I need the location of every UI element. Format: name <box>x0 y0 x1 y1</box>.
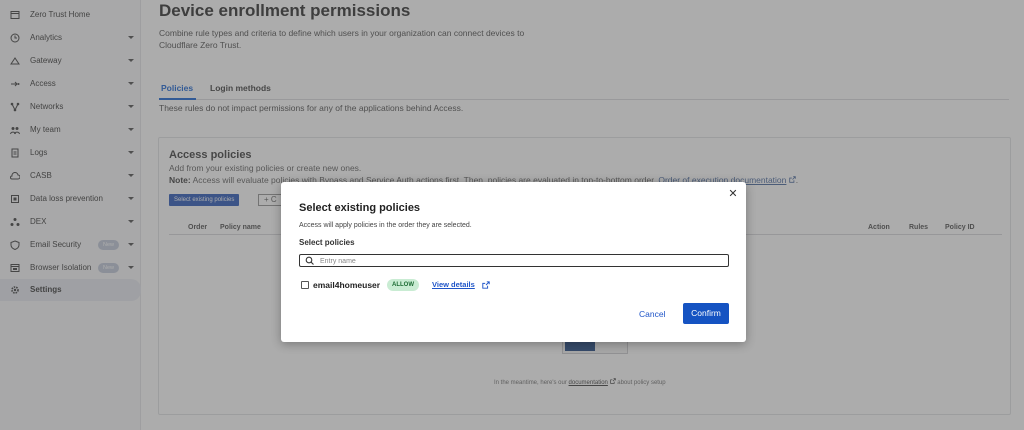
select-policies-dialog: ✕ Select existing policies Access will a… <box>281 182 746 342</box>
external-link-icon <box>482 281 490 289</box>
view-details-link[interactable]: View details <box>432 280 475 289</box>
policy-checkbox[interactable] <box>301 281 309 289</box>
dialog-title: Select existing policies <box>299 202 421 214</box>
allow-badge: ALLOW <box>387 279 419 291</box>
search-input[interactable] <box>320 256 720 266</box>
cancel-button[interactable]: Cancel <box>639 309 665 319</box>
confirm-button[interactable]: Confirm <box>683 303 729 324</box>
select-policies-label: Select policies <box>299 238 355 247</box>
policy-search-field[interactable] <box>299 254 729 267</box>
policy-name: email4homeuser <box>313 280 381 290</box>
close-icon[interactable]: ✕ <box>727 188 739 200</box>
dialog-description: Access will apply policies in the order … <box>299 222 472 229</box>
search-icon <box>305 256 314 265</box>
